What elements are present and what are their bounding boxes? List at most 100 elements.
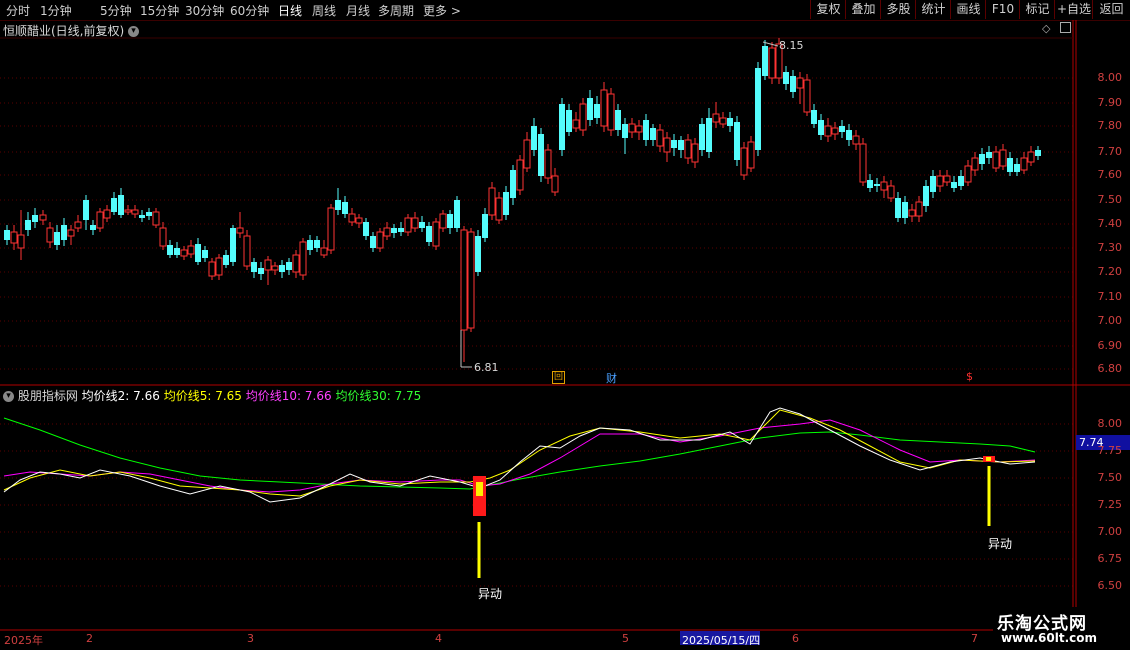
event-marker-hui[interactable]: 回 [552, 371, 565, 384]
chevron-down-icon[interactable]: ▾ [128, 26, 140, 37]
candle [208, 258, 216, 280]
candle-body [251, 262, 257, 272]
candle [467, 228, 475, 332]
candle-body [712, 113, 720, 123]
candle-body [67, 229, 75, 237]
candle-body [516, 159, 524, 191]
candle [895, 192, 901, 222]
candle [846, 124, 852, 146]
main-chart-title: 恒顺醋业(日线,前复权) ▾ [3, 22, 140, 39]
candle [762, 40, 768, 80]
y-tick-7.00: 7.00 [1097, 314, 1123, 327]
ind-y-tick-6.50: 6.50 [1097, 579, 1123, 592]
candle-body [622, 124, 628, 138]
ind-y-tick-8.00: 8.00 [1097, 417, 1123, 430]
candle-body [111, 198, 117, 212]
candle-body [503, 192, 509, 215]
candle [118, 188, 124, 218]
candle-body [348, 213, 356, 223]
candle-body [118, 195, 124, 215]
candle [61, 218, 67, 246]
ind-y-tick-7.25: 7.25 [1097, 498, 1123, 511]
candle-body [768, 47, 776, 79]
candle-body [790, 76, 796, 92]
candle [859, 138, 867, 186]
candle-body [908, 209, 916, 217]
candle [755, 62, 761, 156]
event-marker-cai[interactable]: 财 [606, 370, 617, 386]
candle-body [1014, 164, 1020, 172]
candle [174, 242, 180, 258]
candle-body [510, 170, 516, 198]
x-label-apr: 4 [435, 632, 442, 645]
candle [103, 205, 111, 222]
candle-body [83, 200, 89, 220]
candle-body [650, 128, 656, 140]
candle-body [656, 129, 664, 147]
candle-body [320, 247, 328, 256]
candle [936, 170, 944, 192]
candle-body [740, 147, 748, 176]
candle [1027, 146, 1035, 166]
candle [531, 118, 537, 156]
candle-body [355, 217, 363, 224]
candle-body [46, 227, 54, 243]
candle-body [74, 221, 82, 229]
candle [566, 104, 572, 136]
candle-body [4, 230, 10, 240]
candle-body [824, 125, 832, 137]
candle-body [10, 231, 18, 244]
candle [796, 72, 804, 104]
candle-body [643, 120, 649, 140]
signal-label-2: 异动 [988, 537, 1013, 551]
maximize-icon[interactable] [1060, 22, 1071, 33]
candle-body [152, 211, 160, 226]
candle [39, 210, 47, 225]
candle [551, 168, 559, 196]
ind-y-tick-7.00: 7.00 [1097, 525, 1123, 538]
watermark-url: www.60lt.com [1001, 631, 1098, 645]
candle [986, 146, 992, 164]
candle [202, 246, 208, 262]
chevron-down-icon[interactable]: ▾ [3, 391, 14, 402]
candle [523, 132, 531, 172]
candle-body [559, 104, 565, 150]
candle-body [734, 122, 740, 160]
candle [355, 214, 363, 228]
candle-body [964, 165, 972, 183]
y-tick-7.60: 7.60 [1097, 168, 1123, 181]
candle-body [174, 248, 180, 255]
candle [475, 230, 481, 276]
candle-body [327, 207, 335, 251]
candle-body [17, 234, 25, 249]
candle [908, 204, 916, 222]
candle [251, 258, 257, 278]
candle-body [454, 200, 460, 228]
candle [46, 222, 54, 248]
candle-body [1035, 150, 1041, 156]
diamond-icon[interactable]: ◇ [1042, 22, 1050, 35]
x-label-cursor-date: 2025/05/15/四 [682, 634, 761, 647]
candle [279, 260, 285, 278]
candle-body [299, 241, 307, 276]
candle-body [572, 119, 580, 129]
candle-body [223, 255, 229, 265]
candle-body [1020, 157, 1028, 171]
candle [439, 210, 447, 232]
candle [712, 102, 720, 128]
candle-body [727, 118, 733, 126]
candle [320, 240, 328, 258]
candle [17, 210, 25, 260]
watermark: 乐淘公式网 www.60lt.com [993, 607, 1130, 650]
candle [684, 134, 692, 164]
candle [650, 124, 656, 146]
y-tick-7.80: 7.80 [1097, 119, 1123, 132]
event-marker-dollar[interactable]: $ [966, 370, 973, 383]
candle [706, 108, 712, 158]
candle [370, 232, 376, 252]
candle-body [852, 135, 860, 145]
signal-markers [473, 456, 995, 578]
candle [25, 212, 31, 236]
candle [187, 240, 195, 258]
candle-body [915, 201, 923, 217]
